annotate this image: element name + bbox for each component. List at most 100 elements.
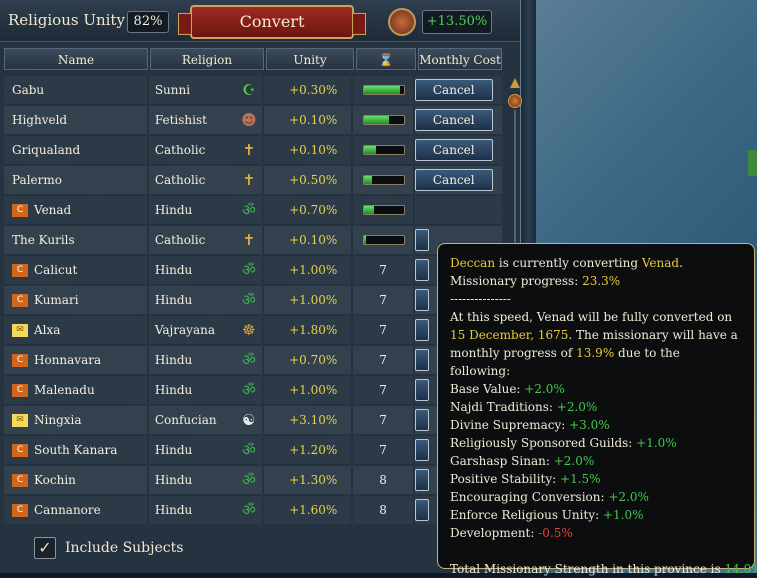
table-row[interactable]: Highveld Fetishist ☻ +0.10% Cancel <box>4 106 504 134</box>
table-row[interactable]: ✉ Ningxia Confucian ☯ +3.10% 7 <box>4 406 504 434</box>
province-name-cell[interactable]: C Malenadu <box>4 376 147 404</box>
core-tag-icon: C <box>12 204 28 217</box>
time-cell: 7 <box>353 346 413 374</box>
factor-label: Garshasp Sinan: <box>450 454 554 468</box>
factor-label: Enforce Religious Unity: <box>450 508 603 522</box>
core-tag-icon: C <box>12 294 28 307</box>
convert-province-button[interactable] <box>414 379 429 401</box>
convert-province-button[interactable] <box>414 289 429 311</box>
months-remaining: 7 <box>379 323 387 337</box>
column-religion[interactable]: Religion <box>150 48 264 70</box>
cost-cell: Cancel <box>414 166 502 194</box>
religion-cell: Catholic ✝ <box>148 136 262 164</box>
convert-province-button[interactable] <box>414 229 429 251</box>
province-name-cell[interactable]: C South Kanara <box>4 436 147 464</box>
months-remaining: 7 <box>379 413 387 427</box>
scroll-up-arrow-icon[interactable] <box>510 78 520 88</box>
convert-province-button[interactable] <box>414 469 429 491</box>
religion-symbol-icon: ॐ <box>242 201 256 219</box>
religion-name: Sunni <box>154 83 191 97</box>
province-name: The Kurils <box>12 233 75 247</box>
religion-name: Hindu <box>154 473 193 487</box>
convert-province-button[interactable] <box>414 349 429 371</box>
religion-symbol-icon: ॐ <box>242 441 256 459</box>
province-name-cell[interactable]: C Calicut <box>4 256 147 284</box>
unity-cell: +0.70% <box>263 196 352 224</box>
province-name-cell[interactable]: Palermo <box>4 166 147 194</box>
map-province[interactable] <box>748 150 757 176</box>
table-row[interactable]: C South Kanara Hindu ॐ +1.20% 7 <box>4 436 504 464</box>
include-subjects-checkbox[interactable]: ✓ <box>34 537 56 559</box>
table-row[interactable]: C Venad Hindu ॐ +0.70% <box>4 196 504 224</box>
province-name-cell[interactable]: C Cannanore <box>4 496 147 524</box>
table-row[interactable]: Griqualand Catholic ✝ +0.10% Cancel <box>4 136 504 164</box>
convert-province-button[interactable] <box>414 319 429 341</box>
religion-name: Hindu <box>154 443 193 457</box>
table-row[interactable]: C Cannanore Hindu ॐ +1.60% 8 <box>4 496 504 524</box>
province-name-cell[interactable]: C Kochin <box>4 466 147 494</box>
religion-name: Hindu <box>154 203 193 217</box>
province-name-cell[interactable]: Griqualand <box>4 136 147 164</box>
tooltip-total-label: Total Missionary Strength in this provin… <box>450 562 725 576</box>
table-row[interactable]: C Honnavara Hindu ॐ +0.70% 7 <box>4 346 504 374</box>
column-unity[interactable]: Unity <box>266 48 354 70</box>
cost-cell: Cancel <box>414 136 502 164</box>
column-time[interactable]: ⌛ <box>356 48 416 70</box>
unity-cell: +0.10% <box>263 106 352 134</box>
cancel-button[interactable]: Cancel <box>414 109 493 131</box>
missionary-portrait-icon[interactable] <box>388 8 416 36</box>
tooltip-text: is currently converting <box>495 256 642 270</box>
table-row[interactable]: C Calicut Hindu ॐ +1.00% 7 <box>4 256 504 284</box>
tooltip-factor: Positive Stability: +1.5% <box>450 470 742 488</box>
province-name-cell[interactable]: Gabu <box>4 76 147 104</box>
religion-name: Hindu <box>154 293 193 307</box>
scroll-knob[interactable] <box>508 94 522 108</box>
table-row[interactable]: Palermo Catholic ✝ +0.50% Cancel <box>4 166 504 194</box>
table-row[interactable]: C Kochin Hindu ॐ +1.30% 8 <box>4 466 504 494</box>
time-cell: 7 <box>353 406 413 434</box>
province-name-cell[interactable]: C Honnavara <box>4 346 147 374</box>
convert-province-button[interactable] <box>414 499 429 521</box>
unity-cell: +1.80% <box>263 316 352 344</box>
conversion-progress-bar <box>363 175 406 185</box>
cancel-button[interactable]: Cancel <box>414 79 493 101</box>
time-cell: 8 <box>353 466 413 494</box>
unity-cell: +0.10% <box>263 226 352 254</box>
religion-cell: Confucian ☯ <box>148 406 262 434</box>
table-row[interactable]: Gabu Sunni ☪ +0.30% Cancel <box>4 76 504 104</box>
table-row[interactable]: ✉ Alxa Vajrayana ☸ +1.80% 7 <box>4 316 504 344</box>
province-name: Venad <box>34 203 72 217</box>
factor-value: +2.0% <box>524 382 565 396</box>
cancel-button[interactable]: Cancel <box>414 139 493 161</box>
conversion-tooltip: Deccan is currently converting Venad. Mi… <box>437 243 757 576</box>
convert-province-button[interactable] <box>414 409 429 431</box>
table-row[interactable]: C Kumari Hindu ॐ +1.00% 7 <box>4 286 504 314</box>
factor-value: +1.5% <box>560 472 601 486</box>
factor-label: Najdi Traditions: <box>450 400 557 414</box>
column-name[interactable]: Name <box>4 48 148 70</box>
province-name-cell[interactable]: The Kurils <box>4 226 147 254</box>
time-cell: 7 <box>353 286 413 314</box>
province-name-cell[interactable]: Highveld <box>4 106 147 134</box>
religion-cell: Catholic ✝ <box>148 226 262 254</box>
convert-province-button[interactable] <box>414 259 429 281</box>
table-row[interactable]: C Malenadu Hindu ॐ +1.00% 7 <box>4 376 504 404</box>
table-row[interactable]: The Kurils Catholic ✝ +0.10% <box>4 226 504 254</box>
cancel-button[interactable]: Cancel <box>414 169 493 191</box>
factor-value: +1.0% <box>636 436 677 450</box>
cost-cell: Cancel <box>414 76 502 104</box>
religion-symbol-icon: ॐ <box>242 501 256 519</box>
province-name-cell[interactable]: ✉ Ningxia <box>4 406 147 434</box>
province-name-cell[interactable]: C Venad <box>4 196 147 224</box>
tooltip-target: Venad <box>641 256 680 270</box>
unity-cell: +1.30% <box>263 466 352 494</box>
column-monthly-cost[interactable]: Monthly Cost <box>418 48 502 70</box>
religion-symbol-icon: ☪ <box>242 81 256 99</box>
factor-value: +2.0% <box>556 400 598 414</box>
province-name-cell[interactable]: ✉ Alxa <box>4 316 147 344</box>
convert-province-button[interactable] <box>414 439 429 461</box>
convert-button[interactable]: Convert <box>178 5 366 39</box>
province-name: Honnavara <box>34 353 102 367</box>
months-remaining: 7 <box>379 383 387 397</box>
province-name-cell[interactable]: C Kumari <box>4 286 147 314</box>
